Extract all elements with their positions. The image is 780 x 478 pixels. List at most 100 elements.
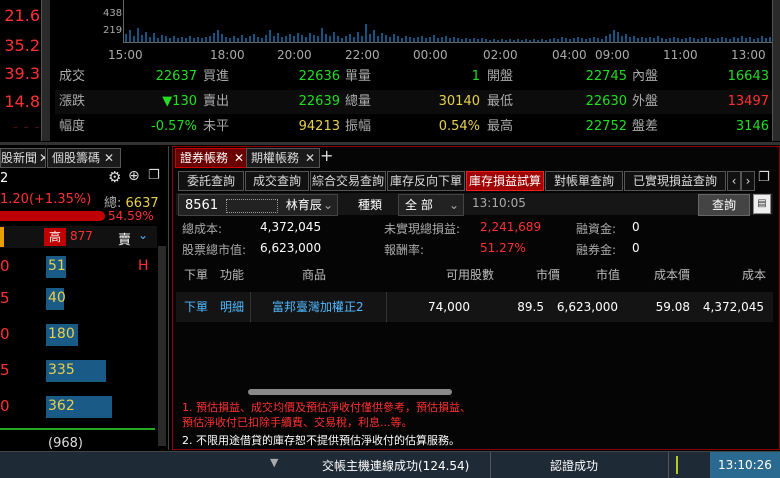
unrealized-label: 未實現總損益: (384, 222, 461, 236)
chevron-down-icon[interactable]: ⌄ (138, 228, 148, 242)
gear-icon[interactable]: ⚙ (108, 168, 121, 186)
ratio-bar (0, 211, 105, 221)
stat-label: 開盤 (487, 69, 514, 84)
activity-indicator (676, 456, 678, 474)
row-value: 180 (48, 326, 75, 342)
table-row[interactable]: 下單 明細 富邦臺灣加權正2 74,000 89.5 6,623,000 59.… (176, 292, 773, 322)
chevron-right-icon[interactable]: › (741, 171, 755, 191)
table-header: 下單 功能 商品 可用股數 市價 市值 成本價 成本 (176, 266, 773, 284)
stat-label: 成交 (59, 69, 86, 84)
add-circle-icon[interactable]: ⊕ (128, 168, 140, 184)
tab-label: 期權帳務 (251, 151, 300, 165)
subtab-combined-query[interactable]: 綜合交易查詢 (310, 171, 386, 191)
export-icon[interactable]: ▤ (753, 194, 771, 214)
close-icon[interactable]: ✕ (305, 151, 315, 165)
account-selector[interactable]: 8561 林育辰 ⌄ (178, 194, 338, 216)
stats-row: 漲跌 ▼130 賣出 22639 總量 30140 最低 22630 外盤 13… (55, 90, 772, 114)
chart-xtick: 09:00 (595, 48, 630, 62)
roi-value: 51.27% (480, 241, 526, 255)
stat-label: 買進 (203, 69, 230, 84)
status-bar: ▼ 交帳主機連線成功(124.54) 認證成功 13:10:26 (0, 451, 780, 478)
status-dropdown-icon[interactable]: ▼ (270, 456, 278, 469)
order-link[interactable]: 下單 (184, 292, 208, 322)
row-left: 5 (0, 289, 10, 307)
stat-label: 單量 (345, 69, 372, 84)
cost-price: 59.08 (655, 300, 690, 314)
stats-scrollbar[interactable] (772, 0, 780, 141)
type-value: 全 部 (405, 198, 433, 212)
market-price: 89.5 (517, 300, 544, 314)
divider (0, 142, 780, 145)
stat-value: 22637 (155, 69, 197, 84)
chart-xtick: 15:00 (108, 48, 143, 62)
close-icon[interactable]: ✕ (39, 151, 45, 165)
subtab-trade-query[interactable]: 成交查詢 (245, 171, 309, 191)
tab-label: 股新聞 (1, 151, 38, 165)
chevron-down-icon: ⌄ (448, 198, 459, 212)
account-name: 林育辰 (285, 198, 322, 212)
subtab-order-query[interactable]: 委託查詢 (178, 171, 244, 191)
subtab-inventory-pl[interactable]: 庫存損益試算 (466, 171, 544, 191)
query-button[interactable]: 查詢 (698, 194, 750, 216)
cost-label: 總成本: (182, 222, 223, 236)
tab-futures-account[interactable]: 期權帳務 ✕ (246, 148, 321, 168)
tab-securities-account[interactable]: 證券帳務 ✕ (175, 148, 250, 168)
cost-value: 4,372,045 (260, 220, 322, 234)
stat-label: 盤差 (632, 119, 659, 134)
tab-chips[interactable]: 個股籌碼 ✕ (47, 148, 121, 168)
row-value: 40 (48, 290, 66, 306)
list-item: 0 180 (0, 322, 157, 348)
chart-xtick: 20:00 (277, 48, 312, 62)
subtab-realized-pl[interactable]: 已實現損益查詢 (624, 171, 726, 191)
chart-xtick: 02:00 (483, 48, 518, 62)
stat-value: 22752 (585, 119, 627, 134)
subtab-statement[interactable]: 對帳單查詢 (545, 171, 623, 191)
stat-value: 22636 (298, 69, 340, 84)
popout-icon[interactable]: ❐ (758, 170, 770, 185)
left-scrollbar[interactable] (41, 0, 50, 141)
chart-xtick: 18:00 (210, 48, 245, 62)
chart-xtick: 13:00 (731, 48, 766, 62)
type-select[interactable]: 全 部 ⌄ (398, 194, 464, 216)
market-value: 6,623,000 (260, 241, 322, 255)
col-header: 商品 (302, 268, 327, 282)
marker (0, 227, 4, 247)
col-header: 成本價 (653, 268, 690, 282)
tab-news[interactable]: 股新聞✕ (0, 148, 46, 168)
row-left: 0 (0, 397, 10, 415)
stat-value: ▼130 (162, 94, 197, 109)
stat-value: 1 (471, 69, 480, 84)
stat-label: 未平 (203, 119, 230, 134)
stat-label: 漲跌 (59, 94, 86, 109)
close-icon[interactable]: ✕ (234, 151, 244, 165)
left-panel: 股新聞✕ 個股籌碼✕ 2 ⚙ ⊕ ❐ 1.20(+1.35%) 總: 6637 … (0, 146, 169, 451)
left-price: 35.2 (4, 36, 40, 55)
horizontal-scrollbar[interactable] (248, 389, 452, 395)
stats-row: 幅度 -0.57% 未平 94213 振幅 0.54% 最高 22752 盤差 … (55, 115, 772, 139)
left-code: 2 (0, 171, 9, 186)
left-price: 39.3 (4, 64, 40, 83)
popout-icon[interactable]: ❐ (148, 168, 160, 183)
chevron-down-icon: ⌄ (322, 198, 333, 212)
type-label: 種類 (358, 198, 383, 212)
left-panel-scrollbar[interactable] (158, 246, 166, 446)
unrealized-value: 2,241,689 (480, 220, 542, 234)
stat-label: 外盤 (632, 94, 659, 109)
row-left: 5 (0, 361, 10, 379)
subtab-reverse-order[interactable]: 庫存反向下單 (387, 171, 465, 191)
status-sep (490, 452, 491, 478)
chevron-left-icon[interactable]: ‹ (727, 171, 741, 191)
ratio-pct: 54.59% (108, 209, 154, 223)
connection-status: 交帳主機連線成功(124.54) (322, 459, 470, 473)
list-item: 5 335 (0, 358, 157, 384)
auth-status: 認證成功 (550, 459, 599, 473)
detail-link[interactable]: 明細 (220, 292, 244, 322)
short-value: 0 (632, 241, 640, 255)
row-value: 335 (48, 362, 75, 378)
status-sep (668, 452, 669, 478)
close-icon[interactable]: ✕ (104, 151, 114, 165)
add-tab-button[interactable]: + (320, 146, 333, 165)
stat-label: 最高 (487, 119, 514, 134)
chart-xtick: 04:00 (552, 48, 587, 62)
stat-label: 內盤 (632, 69, 659, 84)
